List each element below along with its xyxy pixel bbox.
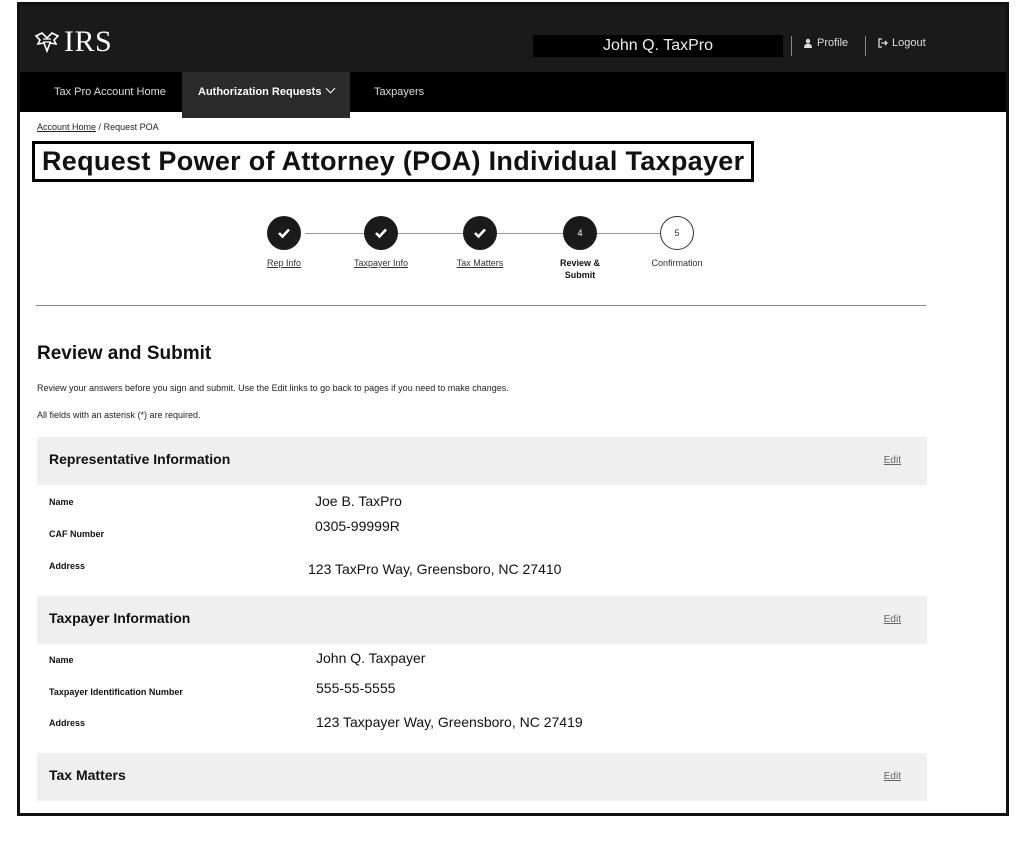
section-divider — [36, 305, 926, 306]
rep-address-label: Address — [49, 561, 86, 571]
header-divider — [865, 36, 866, 56]
breadcrumb: Account Home / Request POA — [37, 122, 159, 132]
person-icon — [804, 38, 812, 48]
user-name-display: John Q. TaxPro — [533, 35, 783, 57]
representative-info-heading: Representative Information — [49, 451, 231, 467]
rep-name-label: Name — [49, 497, 74, 507]
breadcrumb-current: Request POA — [103, 122, 159, 132]
checkmark-icon — [278, 228, 290, 239]
step-rep-info-link[interactable]: Rep Info — [244, 257, 324, 269]
nav-label: Authorization Requests — [198, 86, 322, 98]
edit-representative-link[interactable]: Edit — [884, 455, 901, 466]
checkmark-icon — [375, 228, 387, 239]
progress-stepper: Rep Info Taxpayer Info Tax Matters 4 Rev… — [20, 213, 1006, 293]
step-2-complete-indicator — [364, 216, 398, 250]
irs-logo[interactable]: IRS — [34, 25, 112, 59]
checkmark-icon — [474, 228, 486, 239]
rep-address-value: 123 TaxPro Way, Greensboro, NC 27410 — [308, 561, 562, 577]
eagle-icon — [34, 32, 60, 54]
step-confirmation-label: Confirmation — [651, 258, 703, 268]
taxpayer-info-heading: Taxpayer Information — [49, 610, 191, 626]
logout-icon — [878, 38, 888, 48]
step-4-current-indicator: 4 — [563, 216, 597, 250]
edit-taxpayer-link[interactable]: Edit — [884, 614, 901, 625]
edit-tax-matters-link[interactable]: Edit — [884, 771, 901, 782]
step-tax-matters-link[interactable]: Tax Matters — [440, 257, 520, 269]
taxpayer-address-value: 123 Taxpayer Way, Greensboro, NC 27419 — [316, 714, 583, 730]
profile-label: Profile — [817, 37, 849, 49]
tin-value: 555-55-5555 — [316, 680, 396, 696]
logo-text: IRS — [64, 25, 113, 58]
representative-info-panel-header: Representative Information Edit — [37, 437, 927, 485]
header-divider — [791, 36, 792, 56]
taxpayer-name-label: Name — [49, 655, 74, 665]
rep-name-value: Joe B. TaxPro — [315, 493, 402, 509]
tin-label: Taxpayer Identification Number — [49, 687, 183, 697]
top-header: IRS John Q. TaxPro Profile Logout — [20, 5, 1006, 72]
main-nav: Tax Pro Account Home Authorization Reque… — [20, 72, 1006, 118]
nav-authorization-requests[interactable]: Authorization Requests — [182, 72, 351, 118]
chevron-down-icon — [326, 83, 336, 94]
nav-taxpayers[interactable]: Taxpayers — [374, 72, 424, 112]
step-review-submit-label: Review & Submit — [540, 257, 620, 281]
required-fields-note: All fields with an asterisk (*) are requ… — [37, 410, 201, 420]
step-3-complete-indicator — [463, 216, 497, 250]
breadcrumb-home-link[interactable]: Account Home — [37, 122, 96, 132]
profile-link[interactable]: Profile — [803, 37, 848, 49]
step-1-complete-indicator — [267, 216, 301, 250]
taxpayer-address-label: Address — [49, 718, 86, 728]
app-frame: IRS John Q. TaxPro Profile Logout Tax Pr… — [17, 2, 1009, 816]
taxpayer-name-value: John Q. Taxpayer — [316, 650, 426, 666]
step-label-text: Review & Submit — [559, 258, 601, 280]
step-5-upcoming-indicator: 5 — [660, 216, 694, 250]
nav-tax-pro-account-home[interactable]: Tax Pro Account Home — [54, 72, 166, 112]
page-title: Request Power of Attorney (POA) Individu… — [32, 141, 755, 182]
caf-number-value: 0305-99999R — [315, 518, 400, 534]
logout-link[interactable]: Logout — [878, 37, 926, 49]
taxpayer-info-panel-header: Taxpayer Information Edit — [37, 596, 927, 644]
breadcrumb-separator: / — [98, 122, 102, 132]
review-instructions: Review your answers before you sign and … — [37, 383, 509, 393]
step-taxpayer-info-link[interactable]: Taxpayer Info — [341, 257, 421, 269]
logout-label: Logout — [892, 37, 926, 49]
caf-number-label: CAF Number — [49, 529, 105, 539]
tax-matters-heading: Tax Matters — [49, 767, 126, 783]
review-submit-heading: Review and Submit — [37, 343, 212, 364]
tax-matters-panel-header: Tax Matters Edit — [37, 753, 927, 801]
